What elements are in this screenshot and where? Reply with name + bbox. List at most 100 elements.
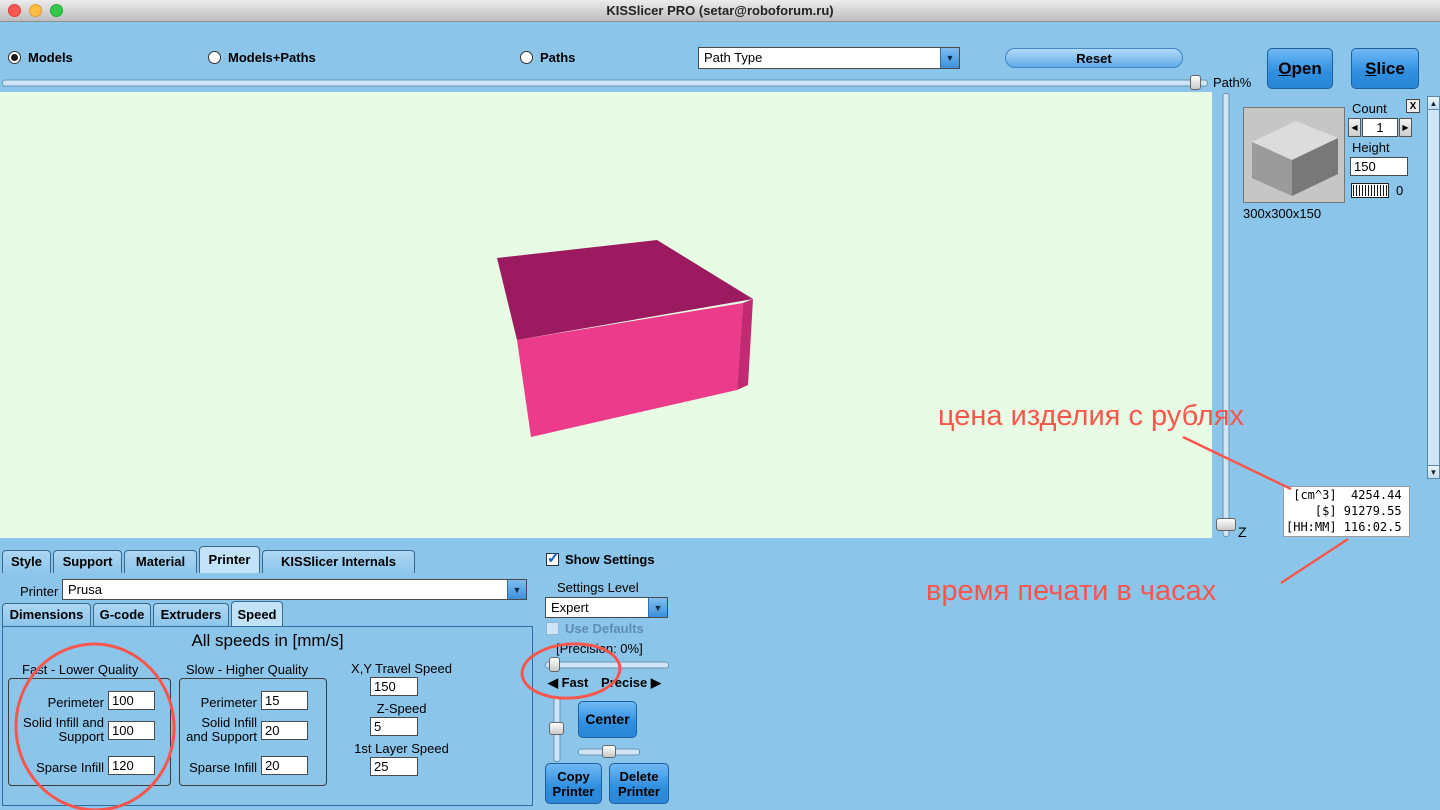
count-value-field[interactable] bbox=[1362, 118, 1398, 137]
model-list-scrollbar[interactable] bbox=[1427, 96, 1440, 479]
tab-dimensions[interactable]: Dimensions bbox=[2, 603, 91, 626]
center-button[interactable]: Center bbox=[578, 701, 637, 738]
tab-speed[interactable]: Speed bbox=[231, 601, 283, 626]
layer-count-label: 0 bbox=[1396, 183, 1403, 198]
bed-size-label: 300x300x150 bbox=[1243, 206, 1321, 221]
settings-level-label: Settings Level bbox=[557, 580, 639, 595]
checkbox-icon: ✓ bbox=[546, 553, 559, 566]
side-vertical-slider[interactable] bbox=[549, 696, 564, 762]
radio-paths-label: Paths bbox=[540, 50, 575, 65]
z-axis-label: Z bbox=[1238, 524, 1247, 540]
dropdown-arrow-icon[interactable]: ▼ bbox=[940, 48, 959, 68]
window-titlebar[interactable]: KISSlicer PRO (setar@roboforum.ru) bbox=[0, 0, 1440, 22]
settings-level-select[interactable]: Expert ▼ bbox=[545, 597, 668, 618]
precision-slider-track[interactable] bbox=[545, 661, 669, 668]
open-button[interactable]: Open bbox=[1267, 48, 1333, 89]
printer-select-value: Prusa bbox=[63, 580, 507, 599]
travel-speed-input[interactable] bbox=[370, 677, 418, 696]
path-type-select[interactable]: Path Type ▼ bbox=[698, 47, 960, 69]
model-thumbnail[interactable] bbox=[1243, 107, 1345, 203]
close-panel-button[interactable]: X bbox=[1406, 99, 1420, 113]
annotation-arrow-time bbox=[1281, 539, 1348, 583]
precision-slider-thumb[interactable] bbox=[549, 657, 560, 672]
travel-speed-label: X,Y Travel Speed bbox=[338, 661, 465, 676]
checkbox-icon bbox=[546, 622, 559, 635]
price-annotation: цена изделия с рублях bbox=[938, 400, 1244, 433]
show-settings-label: Show Settings bbox=[565, 552, 655, 567]
first-layer-speed-input[interactable] bbox=[370, 757, 418, 776]
path-percent-label: Path% bbox=[1213, 75, 1251, 90]
window-title: KISSlicer PRO (setar@roboforum.ru) bbox=[0, 3, 1440, 18]
solid-infill-fast-input[interactable] bbox=[108, 721, 155, 740]
slice-button[interactable]: Slice bbox=[1351, 48, 1419, 89]
solid-infill-slow-label: Solid Infill and Support bbox=[181, 716, 257, 744]
path-type-value: Path Type bbox=[699, 48, 940, 68]
tab-printer[interactable]: Printer bbox=[199, 546, 260, 573]
fast-group-title: Fast - Lower Quality bbox=[22, 662, 138, 677]
radio-models-label: Models bbox=[28, 50, 73, 65]
solid-infill-slow-input[interactable] bbox=[261, 721, 308, 740]
radio-paths[interactable]: Paths bbox=[520, 50, 575, 65]
count-decrement-button[interactable]: ◀ bbox=[1348, 118, 1361, 137]
precision-label: [Precision: 0%] bbox=[556, 641, 643, 656]
precision-slider[interactable] bbox=[545, 657, 669, 672]
path-slider[interactable] bbox=[2, 75, 1208, 90]
show-settings-checkbox[interactable]: ✓ Show Settings bbox=[546, 552, 655, 567]
z-slider[interactable] bbox=[1216, 93, 1236, 537]
perimeter-slow-input[interactable] bbox=[261, 691, 308, 710]
printer-select[interactable]: Prusa ▼ bbox=[62, 579, 527, 600]
checkmark-icon: ✓ bbox=[547, 549, 560, 567]
z-slider-track[interactable] bbox=[1223, 93, 1230, 537]
reset-button[interactable]: Reset bbox=[1005, 48, 1183, 68]
up-arrow-icon: ▲ bbox=[1430, 99, 1438, 108]
scroll-up-button[interactable]: ▲ bbox=[1427, 96, 1440, 110]
path-slider-thumb[interactable] bbox=[1190, 75, 1201, 90]
copy-printer-button[interactable]: Copy Printer bbox=[545, 763, 602, 804]
tab-extruders[interactable]: Extruders bbox=[153, 603, 229, 626]
path-slider-track[interactable] bbox=[2, 79, 1208, 86]
scroll-down-button[interactable]: ▼ bbox=[1427, 465, 1440, 479]
radio-models-paths-label: Models+Paths bbox=[228, 50, 316, 65]
tab-kisslicer-internals[interactable]: KISSlicer Internals bbox=[262, 550, 415, 573]
center-horizontal-slider[interactable] bbox=[578, 745, 640, 758]
radio-models-paths[interactable]: Models+Paths bbox=[208, 50, 316, 65]
perimeter-slow-label: Perimeter bbox=[181, 695, 257, 710]
center-horizontal-slider-thumb[interactable] bbox=[602, 745, 616, 758]
kisslicer-window: KISSlicer PRO (setar@roboforum.ru) Model… bbox=[0, 0, 1440, 810]
sparse-infill-fast-input[interactable] bbox=[108, 756, 155, 775]
dropdown-arrow-icon[interactable]: ▼ bbox=[648, 598, 667, 617]
sparse-infill-slow-input[interactable] bbox=[261, 756, 308, 775]
stats-cost-line: [$] 91279.55 bbox=[1284, 503, 1409, 519]
perimeter-fast-label: Perimeter bbox=[10, 695, 104, 710]
tab-material[interactable]: Material bbox=[124, 550, 197, 573]
z-speed-label: Z-Speed bbox=[338, 701, 465, 716]
slow-group-title: Slow - Higher Quality bbox=[186, 662, 308, 677]
tab-gcode[interactable]: G-code bbox=[93, 603, 151, 626]
height-input[interactable] bbox=[1350, 157, 1408, 176]
tab-support[interactable]: Support bbox=[53, 550, 122, 573]
height-label: Height bbox=[1352, 140, 1390, 155]
perimeter-fast-input[interactable] bbox=[108, 691, 155, 710]
barcode-icon bbox=[1351, 183, 1389, 198]
side-vertical-slider-thumb[interactable] bbox=[549, 722, 564, 735]
z-slider-thumb[interactable] bbox=[1216, 518, 1236, 531]
left-arrow-icon: ◀ bbox=[1351, 123, 1357, 132]
model-3d-object[interactable] bbox=[0, 92, 1212, 538]
count-label: Count bbox=[1352, 101, 1387, 116]
sparse-infill-fast-label: Sparse Infill bbox=[10, 760, 104, 775]
delete-printer-button[interactable]: Delete Printer bbox=[609, 763, 669, 804]
right-arrow-icon: ▶ bbox=[1402, 123, 1408, 132]
use-defaults-label: Use Defaults bbox=[565, 621, 644, 636]
fast-direction-label: ◀ Fast bbox=[548, 675, 588, 691]
radio-circle-icon bbox=[208, 51, 221, 64]
radio-circle-icon bbox=[8, 51, 21, 64]
precise-direction-label: Precise ▶ bbox=[601, 675, 661, 691]
settings-level-value: Expert bbox=[546, 598, 648, 617]
use-defaults-checkbox[interactable]: Use Defaults bbox=[546, 621, 644, 636]
radio-models[interactable]: Models bbox=[8, 50, 73, 65]
z-speed-input[interactable] bbox=[370, 717, 418, 736]
dropdown-arrow-icon[interactable]: ▼ bbox=[507, 580, 526, 599]
count-increment-button[interactable]: ▶ bbox=[1399, 118, 1412, 137]
solid-infill-fast-label: Solid Infill and Support bbox=[10, 716, 104, 744]
tab-style[interactable]: Style bbox=[2, 550, 51, 573]
